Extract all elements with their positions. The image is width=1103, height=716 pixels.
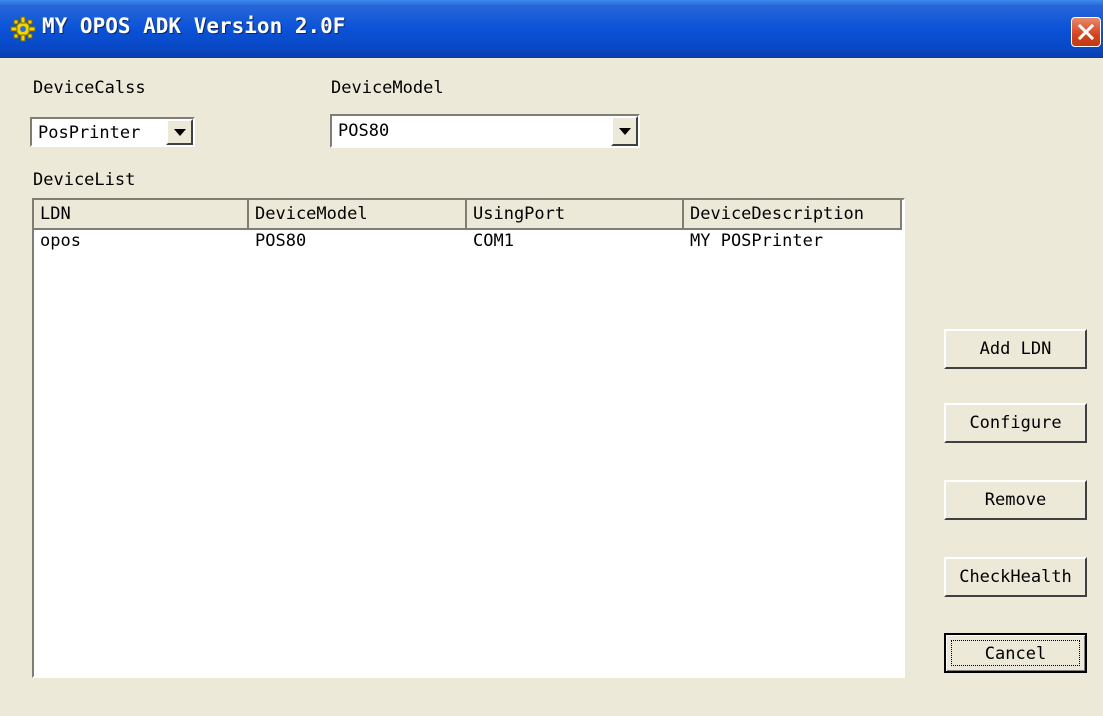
device-list-label: DeviceList [33,170,136,190]
column-header-ldn[interactable]: LDN [34,200,249,230]
device-class-value: PosPrinter [38,123,141,143]
remove-button[interactable]: Remove [944,480,1087,520]
device-class-label: DeviceCalss [33,78,146,98]
device-class-select[interactable]: PosPrinter [30,117,195,147]
configure-button[interactable]: Configure [944,403,1087,443]
cell-device-description: MY POSPrinter [690,231,824,251]
device-model-label: DeviceModel [331,78,444,98]
chevron-down-icon [173,128,186,136]
cell-using-port: COM1 [473,231,514,251]
chevron-down-icon [618,127,631,135]
cell-ldn: opos [40,231,81,251]
device-class-dropdown-button[interactable] [166,119,193,145]
close-button[interactable] [1071,17,1101,47]
column-header-using-port[interactable]: UsingPort [467,200,684,230]
device-model-dropdown-button[interactable] [611,116,638,146]
cancel-button[interactable]: Cancel [944,633,1087,673]
cell-device-model: POS80 [255,231,307,251]
cancel-label: Cancel [951,640,1080,666]
check-health-button[interactable]: CheckHealth [944,557,1087,597]
column-header-device-description[interactable]: DeviceDescription [684,200,902,230]
device-model-select[interactable]: POS80 [330,114,640,148]
main-window: MY OPOS ADK Version 2.0F DeviceCalss Dev… [0,0,1103,716]
device-list-header: LDN DeviceModel UsingPort DeviceDescript… [34,200,905,230]
device-model-value: POS80 [338,121,390,141]
add-ldn-button[interactable]: Add LDN [944,329,1087,369]
table-row[interactable]: opos POS80 COM1 MY POSPrinter [34,230,903,252]
column-header-device-model[interactable]: DeviceModel [249,200,467,230]
title-bar[interactable]: MY OPOS ADK Version 2.0F [0,0,1103,58]
window-title: MY OPOS ADK Version 2.0F [42,14,346,38]
close-icon [1077,23,1095,41]
app-gear-icon [10,16,36,42]
device-list[interactable]: LDN DeviceModel UsingPort DeviceDescript… [32,198,905,678]
